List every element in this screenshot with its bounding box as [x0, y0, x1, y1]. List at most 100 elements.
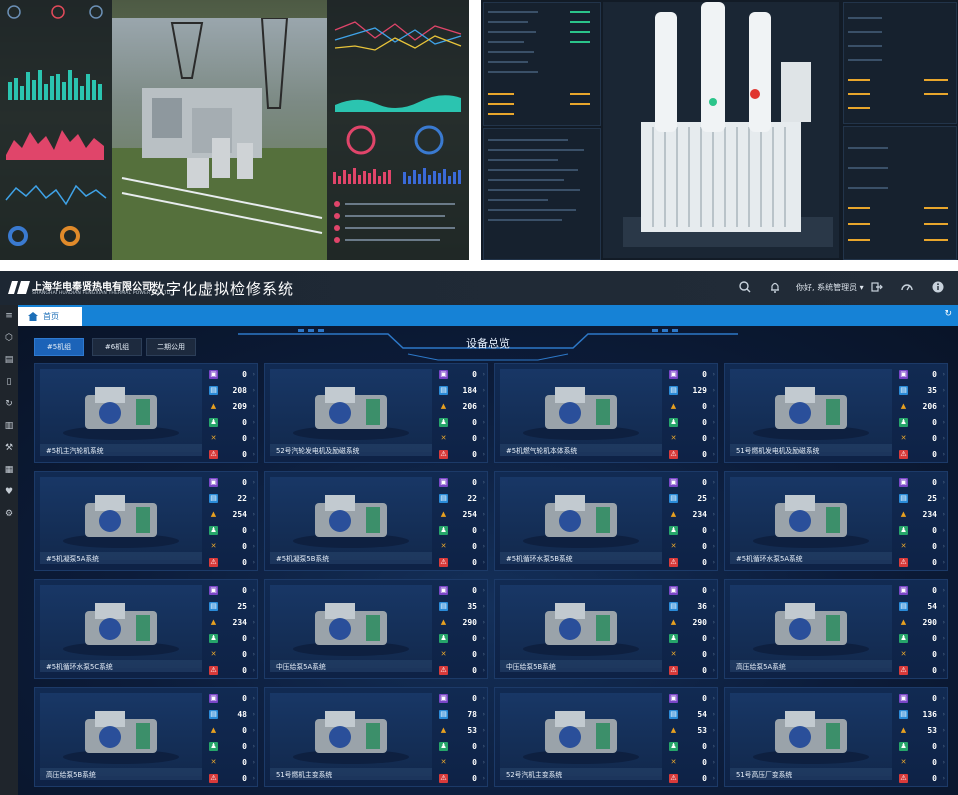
- stat-row[interactable]: ⚠ 0 ›: [439, 665, 485, 677]
- stat-row[interactable]: ⚠ 0 ›: [439, 449, 485, 461]
- stat-row[interactable]: ▲ 254 ›: [209, 509, 255, 521]
- stat-row[interactable]: ▤ 129 ›: [669, 385, 715, 397]
- stat-row[interactable]: ▣ 0 ›: [899, 585, 945, 597]
- settings-icon[interactable]: ⚙: [0, 507, 18, 521]
- stat-row[interactable]: ✕ 0 ›: [669, 541, 715, 553]
- stat-row[interactable]: ▤ 35 ›: [439, 601, 485, 613]
- equipment-card[interactable]: 高压给泵5A系统 ▣ 0 › ▤ 54 › ▲ 290 › ♟ 0 › ✕ 0 › ⚠ 0 ›: [724, 579, 948, 679]
- stat-row[interactable]: ▤ 54 ›: [669, 709, 715, 721]
- tab-unit-5[interactable]: #5机组: [34, 338, 84, 356]
- stat-row[interactable]: ⚠ 0 ›: [439, 773, 485, 785]
- stat-row[interactable]: ▤ 22 ›: [209, 493, 255, 505]
- heart-icon[interactable]: ♥: [0, 485, 18, 499]
- stat-row[interactable]: ▲ 290 ›: [669, 617, 715, 629]
- menu-icon[interactable]: ≡: [0, 309, 18, 323]
- stat-row[interactable]: ♟ 0 ›: [669, 417, 715, 429]
- stat-row[interactable]: ▣ 0 ›: [209, 369, 255, 381]
- stat-row[interactable]: ▲ 234 ›: [669, 509, 715, 521]
- database-icon[interactable]: ▯: [0, 375, 18, 389]
- stat-row[interactable]: ▣ 0 ›: [899, 477, 945, 489]
- stat-row[interactable]: ✕ 0 ›: [209, 541, 255, 553]
- stat-row[interactable]: ▤ 22 ›: [439, 493, 485, 505]
- stat-row[interactable]: ▲ 206 ›: [899, 401, 945, 413]
- equipment-card[interactable]: 51号燃机发电机及励磁系统 ▣ 0 › ▤ 35 › ▲ 206 › ♟ 0 › ✕ 0 › ⚠ 0 ›: [724, 363, 948, 463]
- stat-row[interactable]: ▣ 0 ›: [669, 693, 715, 705]
- stat-row[interactable]: ⚠ 0 ›: [899, 773, 945, 785]
- stat-row[interactable]: ✕ 0 ›: [899, 541, 945, 553]
- stat-row[interactable]: ▣ 0 ›: [209, 477, 255, 489]
- stat-row[interactable]: ⚠ 0 ›: [209, 773, 255, 785]
- stat-row[interactable]: ▣ 0 ›: [439, 369, 485, 381]
- stat-row[interactable]: ⚠ 0 ›: [439, 557, 485, 569]
- info-icon[interactable]: [931, 280, 945, 294]
- stat-row[interactable]: ▲ 53 ›: [899, 725, 945, 737]
- stat-row[interactable]: ♟ 0 ›: [439, 417, 485, 429]
- stat-row[interactable]: ▤ 136 ›: [899, 709, 945, 721]
- stat-row[interactable]: ▣ 0 ›: [439, 585, 485, 597]
- stat-row[interactable]: ✕ 0 ›: [209, 433, 255, 445]
- stat-row[interactable]: ⚠ 0 ›: [669, 665, 715, 677]
- stat-row[interactable]: ⚠ 0 ›: [899, 557, 945, 569]
- stat-row[interactable]: ▤ 36 ›: [669, 601, 715, 613]
- stat-row[interactable]: ⚠ 0 ›: [669, 773, 715, 785]
- stat-row[interactable]: ▤ 25 ›: [669, 493, 715, 505]
- stat-row[interactable]: ♟ 0 ›: [209, 633, 255, 645]
- stat-row[interactable]: ▤ 48 ›: [209, 709, 255, 721]
- stat-row[interactable]: ✕ 0 ›: [669, 433, 715, 445]
- stat-row[interactable]: ▤ 25 ›: [209, 601, 255, 613]
- stat-row[interactable]: ✕ 0 ›: [669, 649, 715, 661]
- stat-row[interactable]: ▲ 53 ›: [669, 725, 715, 737]
- stat-row[interactable]: ♟ 0 ›: [669, 633, 715, 645]
- equipment-card[interactable]: #5机主汽轮机系统 ▣ 0 › ▤ 208 › ▲ 209 › ♟ 0 › ✕ 0 › ⚠ 0 ›: [34, 363, 258, 463]
- stat-row[interactable]: ♟ 0 ›: [669, 525, 715, 537]
- stat-row[interactable]: ♟ 0 ›: [669, 741, 715, 753]
- stat-row[interactable]: ▲ 0 ›: [209, 725, 255, 737]
- equipment-card[interactable]: 中压给泵5B系统 ▣ 0 › ▤ 36 › ▲ 290 › ♟ 0 › ✕ 0 › ⚠ 0 ›: [494, 579, 718, 679]
- tab-unit-6[interactable]: #6机组: [92, 338, 142, 356]
- stat-row[interactable]: ▤ 78 ›: [439, 709, 485, 721]
- stat-row[interactable]: ▣ 0 ›: [669, 585, 715, 597]
- stat-row[interactable]: ♟ 0 ›: [209, 525, 255, 537]
- stat-row[interactable]: ♟ 0 ›: [899, 633, 945, 645]
- stat-row[interactable]: ▣ 0 ›: [439, 477, 485, 489]
- equipment-card[interactable]: 51号高压厂变系统 ▣ 0 › ▤ 136 › ▲ 53 › ♟ 0 › ✕ 0 › ⚠ 0 ›: [724, 687, 948, 787]
- stat-row[interactable]: ⚠ 0 ›: [209, 665, 255, 677]
- equipment-card[interactable]: #5机循环水泵5A系统 ▣ 0 › ▤ 25 › ▲ 234 › ♟ 0 › ✕ 0 › ⚠ 0 ›: [724, 471, 948, 571]
- equipment-card[interactable]: #5机循环水泵5B系统 ▣ 0 › ▤ 25 › ▲ 234 › ♟ 0 › ✕ 0 › ⚠ 0 ›: [494, 471, 718, 571]
- stat-row[interactable]: ▤ 208 ›: [209, 385, 255, 397]
- stat-row[interactable]: ✕ 0 ›: [899, 649, 945, 661]
- server-icon[interactable]: ▥: [0, 419, 18, 433]
- stat-row[interactable]: ✕ 0 ›: [439, 757, 485, 769]
- stat-row[interactable]: ✕ 0 ›: [209, 649, 255, 661]
- stat-row[interactable]: ✕ 0 ›: [669, 757, 715, 769]
- stat-row[interactable]: ✕ 0 ›: [439, 649, 485, 661]
- table-icon[interactable]: ▤: [0, 353, 18, 367]
- equipment-card[interactable]: #5机循环水泵5C系统 ▣ 0 › ▤ 25 › ▲ 234 › ♟ 0 › ✕ 0 › ⚠ 0 ›: [34, 579, 258, 679]
- equipment-card[interactable]: 中压给泵5A系统 ▣ 0 › ▤ 35 › ▲ 290 › ♟ 0 › ✕ 0 › ⚠ 0 ›: [264, 579, 488, 679]
- calendar-icon[interactable]: ▦: [0, 463, 18, 477]
- stat-row[interactable]: ▲ 234 ›: [899, 509, 945, 521]
- stat-row[interactable]: ♟ 0 ›: [439, 741, 485, 753]
- stat-row[interactable]: ▲ 234 ›: [209, 617, 255, 629]
- equipment-card[interactable]: 高压给泵5B系统 ▣ 0 › ▤ 48 › ▲ 0 › ♟ 0 › ✕ 0 › ⚠ 0 ›: [34, 687, 258, 787]
- stat-row[interactable]: ⚠ 0 ›: [899, 665, 945, 677]
- stat-row[interactable]: ♟ 0 ›: [899, 525, 945, 537]
- stat-row[interactable]: ▲ 254 ›: [439, 509, 485, 521]
- user-greeting-dropdown[interactable]: 你好, 系统管理员 ▾: [796, 282, 864, 293]
- stat-row[interactable]: ♟ 0 ›: [899, 741, 945, 753]
- equipment-card[interactable]: #5机凝泵5A系统 ▣ 0 › ▤ 22 › ▲ 254 › ♟ 0 › ✕ 0 › ⚠ 0 ›: [34, 471, 258, 571]
- equipment-card[interactable]: 51号燃机主变系统 ▣ 0 › ▤ 78 › ▲ 53 › ♟ 0 › ✕ 0 › ⚠ 0 ›: [264, 687, 488, 787]
- dashboard-icon[interactable]: [900, 280, 914, 294]
- logout-icon[interactable]: [870, 280, 884, 294]
- stat-row[interactable]: ✕ 0 ›: [209, 757, 255, 769]
- search-icon[interactable]: [738, 280, 752, 294]
- tab-home[interactable]: 首页: [18, 307, 82, 326]
- stat-row[interactable]: ▲ 206 ›: [439, 401, 485, 413]
- stat-row[interactable]: ▣ 0 ›: [669, 477, 715, 489]
- stat-row[interactable]: ⚠ 0 ›: [669, 557, 715, 569]
- stat-row[interactable]: ▲ 290 ›: [439, 617, 485, 629]
- stat-row[interactable]: ▣ 0 ›: [899, 369, 945, 381]
- stat-row[interactable]: ✕ 0 ›: [439, 541, 485, 553]
- refresh-tabs-icon[interactable]: ↻: [944, 309, 952, 319]
- stat-row[interactable]: ▲ 0 ›: [669, 401, 715, 413]
